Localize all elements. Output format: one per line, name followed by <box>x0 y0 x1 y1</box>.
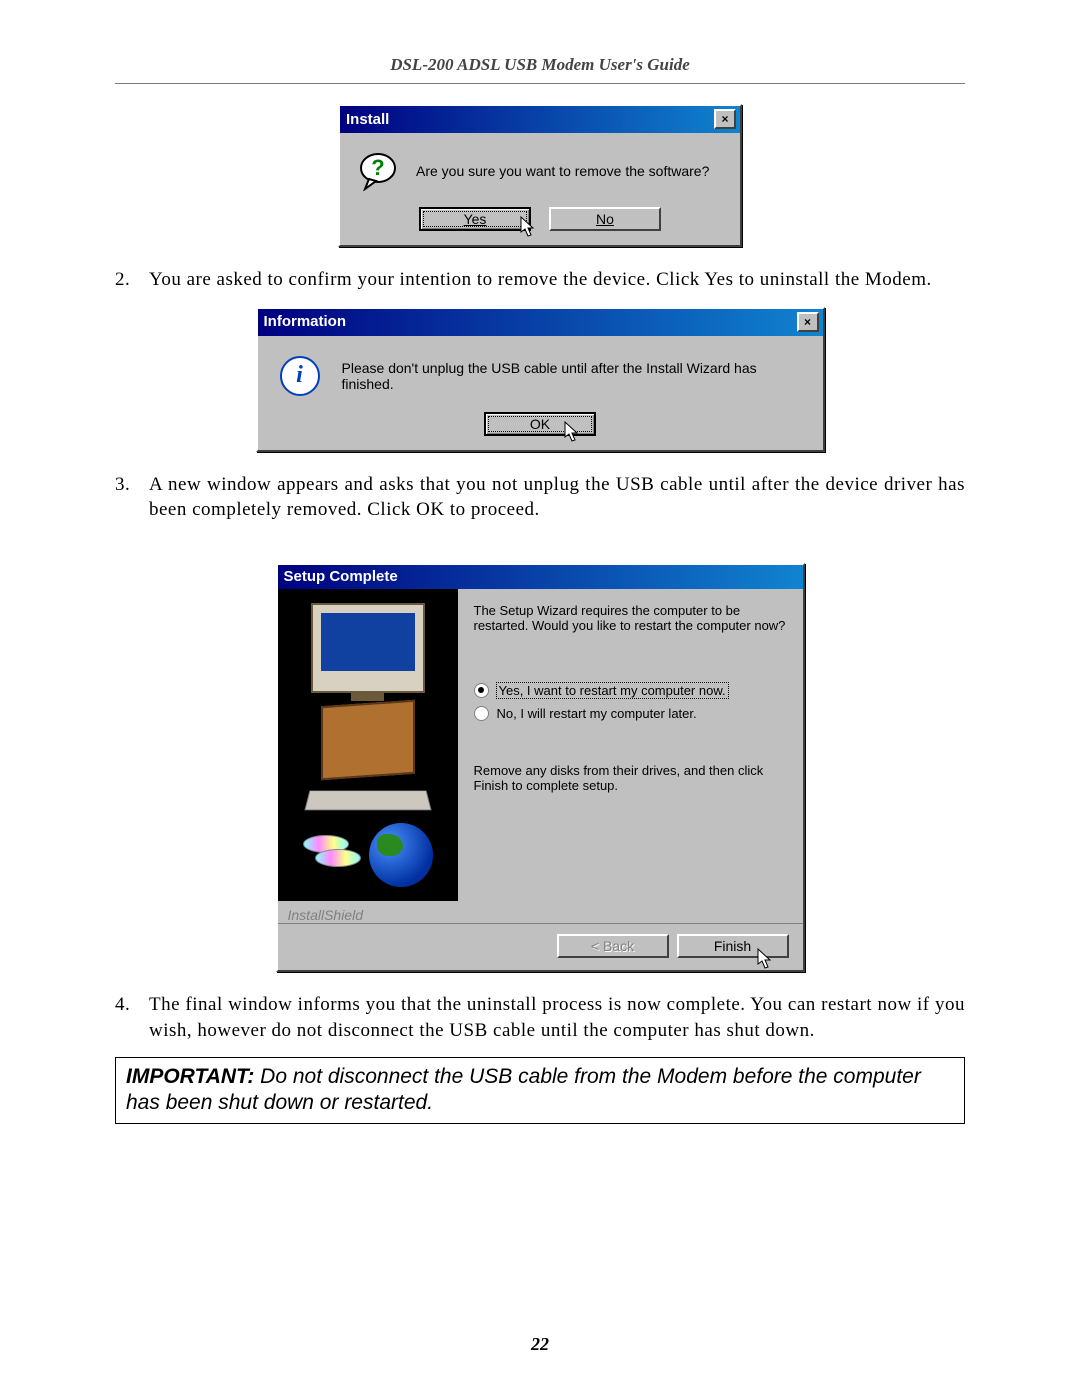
radio-label: Yes, I want to restart my computer now. <box>497 683 728 698</box>
page-header: DSL-200 ADSL USB Modem User's Guide <box>115 55 965 81</box>
wizard-lead-text: The Setup Wizard requires the computer t… <box>474 603 787 675</box>
step-number: 3. <box>115 472 149 523</box>
close-icon[interactable]: × <box>714 109 736 129</box>
dialog-install-confirm: Install × ? Are you sure you want to rem… <box>338 104 742 247</box>
step-text: A new window appears and asks that you n… <box>149 472 965 523</box>
globe-icon <box>369 823 433 887</box>
dialog-title: Install <box>346 111 389 128</box>
wizard-sidebar-graphic <box>278 589 458 901</box>
dialog-information: Information × i Please don't unplug the … <box>256 307 825 452</box>
dialog-title: Setup Complete <box>284 568 398 585</box>
titlebar[interactable]: Install × <box>340 106 740 133</box>
keyboard-icon <box>304 790 431 810</box>
no-button[interactable]: No <box>549 207 661 231</box>
step-4: 4. The final window informs you that the… <box>115 992 965 1043</box>
dialog-message: Please don't unplug the USB cable until … <box>342 360 803 392</box>
box-icon <box>321 700 415 781</box>
important-label: IMPORTANT: <box>126 1065 254 1088</box>
important-note: IMPORTANT: Do not disconnect the USB cab… <box>115 1057 965 1124</box>
dialog-setup-complete: Setup Complete The Setup Wizard requires… <box>276 563 805 972</box>
cd-icon <box>303 835 363 875</box>
page-number: 22 <box>0 1334 1080 1355</box>
radio-restart-later[interactable]: No, I will restart my computer later. <box>474 706 787 721</box>
ok-button[interactable]: OK <box>484 412 596 436</box>
question-icon: ? <box>358 151 398 191</box>
dialog-message: Are you sure you want to remove the soft… <box>416 163 709 179</box>
close-icon[interactable]: × <box>797 312 819 332</box>
header-rule <box>115 83 965 84</box>
monitor-icon <box>311 603 425 693</box>
radio-icon <box>474 683 489 698</box>
step-2: 2. You are asked to confirm your intenti… <box>115 267 965 293</box>
info-icon: i <box>280 356 320 396</box>
yes-button[interactable]: Yes <box>419 207 531 231</box>
step-number: 4. <box>115 992 149 1043</box>
radio-restart-now[interactable]: Yes, I want to restart my computer now. <box>474 683 787 698</box>
document-page: DSL-200 ADSL USB Modem User's Guide Inst… <box>0 0 1080 1397</box>
radio-icon <box>474 706 489 721</box>
back-button: < Back <box>557 934 669 958</box>
finish-button[interactable]: Finish <box>677 934 789 958</box>
titlebar[interactable]: Information × <box>258 309 823 336</box>
dialog-title: Information <box>264 313 347 330</box>
installshield-brand: InstallShield <box>278 901 803 923</box>
step-text: The final window informs you that the un… <box>149 992 965 1043</box>
step-number: 2. <box>115 267 149 293</box>
svg-text:?: ? <box>371 155 384 180</box>
wizard-trailer-text: Remove any disks from their drives, and … <box>474 763 787 793</box>
step-3: 3. A new window appears and asks that yo… <box>115 472 965 523</box>
radio-label: No, I will restart my computer later. <box>497 706 697 721</box>
step-text: You are asked to confirm your intention … <box>149 267 965 293</box>
titlebar[interactable]: Setup Complete <box>278 565 803 589</box>
